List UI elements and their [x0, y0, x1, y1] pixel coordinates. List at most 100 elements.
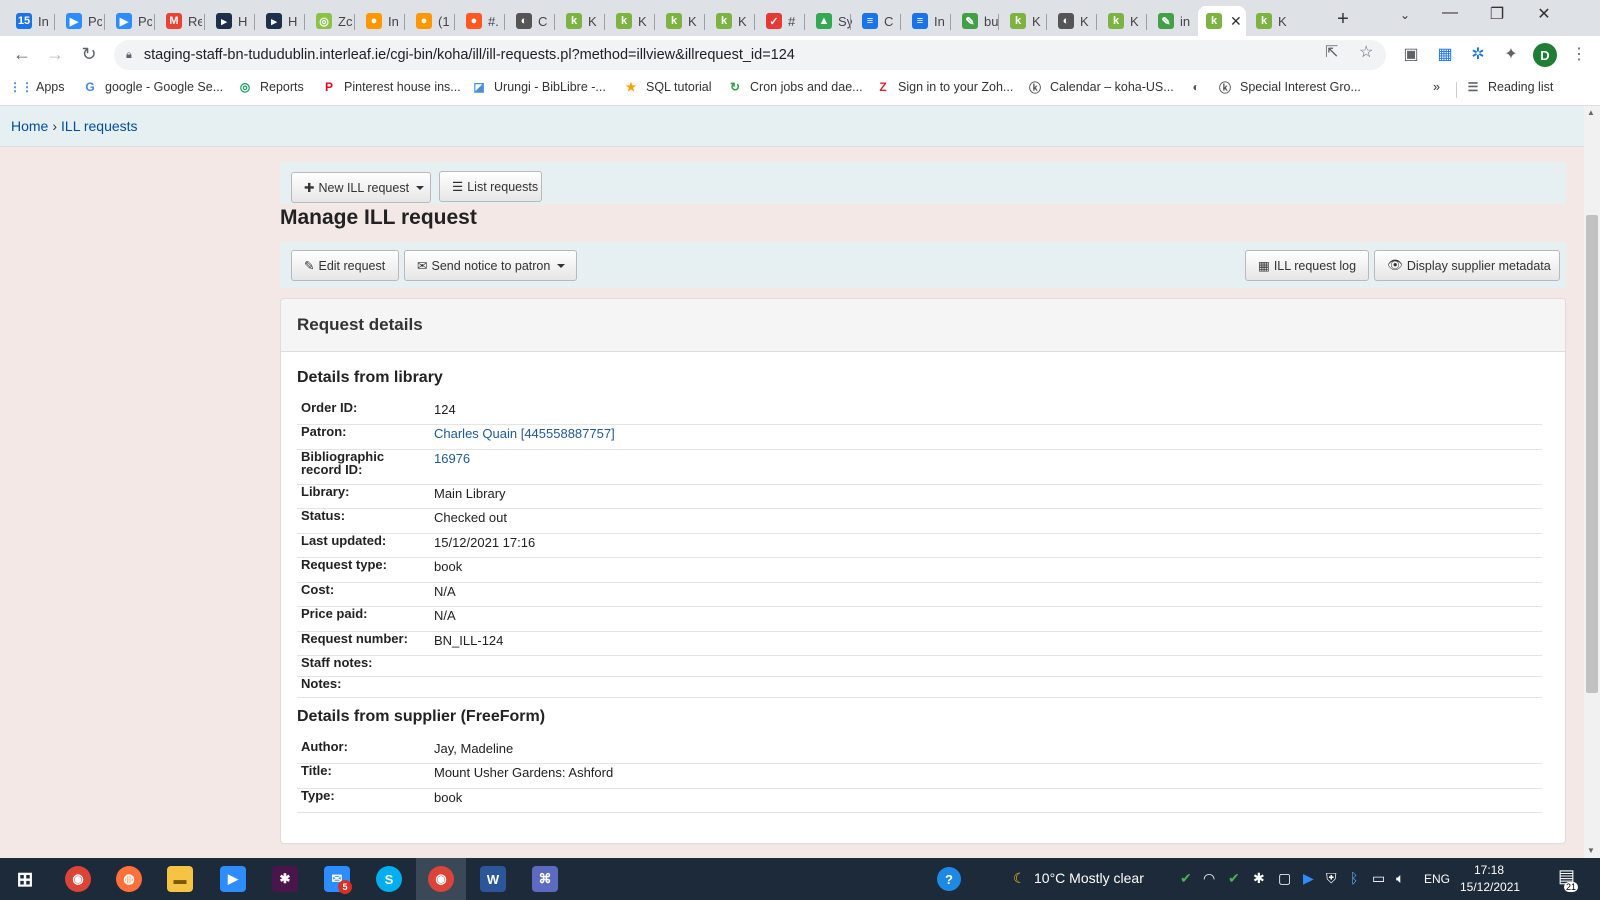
browser-tab[interactable]: ● (1 [408, 6, 452, 36]
breadcrumb-ill-requests-link[interactable]: ILL requests [61, 118, 138, 134]
word-icon[interactable]: W [480, 866, 506, 892]
forward-arrow-icon[interactable]: → [43, 44, 67, 65]
bookmark-star-icon[interactable]: ☆ [1359, 42, 1373, 62]
browser-tab[interactable]: ✎ bu [954, 6, 998, 36]
detail-value-link[interactable]: 16976 [434, 451, 470, 466]
ill-request-log-button[interactable]: ▦ ILL request log [1245, 250, 1369, 281]
bookmark-item[interactable]: ⓚ Special Interest Gro... [1218, 80, 1361, 95]
close-window-icon[interactable]: ✕ [1529, 4, 1559, 24]
reading-list-button[interactable]: ☰ Reading list [1466, 80, 1554, 94]
address-bar[interactable]: 🔒︎ staging-staff-bn-tududublin.interleaf… [114, 40, 1386, 70]
detail-row: Cost: N/A [297, 583, 1542, 607]
browser-tab[interactable]: ≡ In [904, 6, 948, 36]
browser-tab[interactable]: ✎ in [1150, 6, 1194, 36]
shield-icon[interactable]: ⛨ [1326, 870, 1337, 887]
browser-tab[interactable]: kK [608, 6, 652, 36]
breadcrumb-home-link[interactable]: Home [11, 118, 48, 134]
reload-icon[interactable]: ↻ [77, 44, 101, 65]
tab-close-icon[interactable]: ✕ [1230, 13, 1242, 30]
zoom-icon[interactable]: ▶ [220, 866, 246, 892]
meet-icon[interactable]: ▢ [1278, 870, 1291, 887]
bookmarks-overflow-icon[interactable]: » [1433, 80, 1440, 94]
network-tool-icon[interactable]: ⌘ [532, 866, 558, 892]
browser-tab[interactable]: kK [1248, 6, 1292, 36]
browser-tab[interactable]: ◎ Zc [308, 6, 352, 36]
browser-tab[interactable]: ◐ C [508, 6, 552, 36]
bookmark-item[interactable]: ◐ [1189, 80, 1211, 94]
browser-tab[interactable]: ≡ C [854, 6, 898, 36]
profile-avatar[interactable]: D [1533, 43, 1557, 67]
windows-start-icon[interactable]: ⊞ [12, 866, 38, 892]
clock-time[interactable]: 17:18 [1474, 863, 1504, 877]
detail-value-link[interactable]: Charles Quain [445558887757] [434, 426, 615, 441]
display-supplier-metadata-button[interactable]: 👁︎ Display supplier metadata [1374, 250, 1560, 281]
browser-tab[interactable]: ◐ K [1050, 6, 1094, 36]
browser-tab[interactable]: kK [658, 6, 702, 36]
bookmark-item[interactable]: ⋮⋮ Apps [9, 80, 65, 94]
edit-request-button[interactable]: ✎ Edit request [291, 250, 399, 281]
bookmark-item[interactable]: ⓚ Calendar – koha-US... [1028, 80, 1174, 95]
browser-tab[interactable]: ▸ H [208, 6, 252, 36]
browser-tab[interactable]: ▶ Pc [108, 6, 152, 36]
chrome-profile-icon[interactable]: ◉ [428, 866, 454, 892]
list-requests-button[interactable]: ☰ List requests [439, 171, 542, 202]
bookmark-item[interactable]: ★ SQL tutorial [624, 80, 712, 94]
bluetooth-icon[interactable]: ᛒ [1350, 870, 1358, 886]
extension-badge-icon[interactable]: ▦ [1434, 44, 1456, 64]
weather-text[interactable]: 10°C Mostly clear [1034, 870, 1144, 886]
scroll-down-icon[interactable]: ▼ [1587, 846, 1595, 855]
browser-tab[interactable]: 15 In [8, 6, 52, 36]
new-ill-request-button[interactable]: ✚ New ILL request [291, 172, 431, 203]
security-icon[interactable]: ✔ [1228, 870, 1240, 887]
browser-tab[interactable]: kK [708, 6, 752, 36]
wifi-icon[interactable]: ◠ [1203, 870, 1215, 887]
bookmark-item[interactable]: ◪ Urungi - BibLibre -... [472, 80, 606, 94]
scroll-thumb[interactable] [1586, 215, 1598, 693]
slack-icon[interactable]: ✱ [272, 866, 298, 892]
scroll-up-icon[interactable]: ▲ [1587, 108, 1595, 117]
skype-icon[interactable]: S [376, 866, 402, 892]
tab-label: C [538, 13, 548, 29]
browser-tab[interactable]: ● #. [458, 6, 502, 36]
bookmark-item[interactable]: P Pinterest house ins... [322, 80, 461, 94]
browser-tab[interactable]: ▲ Sy [808, 6, 852, 36]
tab-favicon-icon: k [1108, 13, 1124, 29]
browser-tab[interactable]: ▸ H [258, 6, 302, 36]
browser-tab[interactable]: ▶ Pc [58, 6, 102, 36]
slack-tray-icon[interactable]: ✱ [1253, 870, 1265, 887]
back-arrow-icon[interactable]: ← [10, 44, 34, 65]
browser-tab[interactable]: ● In [358, 6, 402, 36]
battery-icon[interactable]: ▭ [1372, 870, 1385, 887]
volume-icon[interactable]: 🔈︎ [1396, 870, 1404, 887]
bookmark-item[interactable]: Z Sign in to your Zoh... [876, 80, 1013, 94]
bookmark-item[interactable]: Ggoogle - Google Se... [83, 80, 223, 94]
detail-row: Request type: book [297, 558, 1542, 583]
new-tab-button[interactable]: + [1330, 8, 1356, 31]
browser-tab-active[interactable]: k ✕ [1198, 6, 1246, 36]
browser-tab[interactable]: ✓ # [758, 6, 802, 36]
clock-date[interactable]: 15/12/2021 [1460, 880, 1520, 894]
browser-tab[interactable]: kK [558, 6, 602, 36]
bookmark-item[interactable]: ↻ Cron jobs and dae... [728, 80, 863, 94]
browser-tab[interactable]: M Re [158, 6, 202, 36]
chrome-icon[interactable]: ◉ [65, 866, 91, 892]
firefox-icon[interactable]: ◍ [116, 866, 142, 892]
menu-icon[interactable]: ⋮ [1568, 44, 1590, 64]
extension-icon[interactable]: ▣ [1400, 44, 1422, 64]
browser-tab[interactable]: kK [1002, 6, 1046, 36]
share-icon[interactable]: ⇱ [1325, 42, 1338, 62]
help-icon[interactable]: ? [937, 867, 961, 891]
zoom-tray-icon[interactable]: ▶ [1303, 870, 1314, 887]
check-icon[interactable]: ✔ [1180, 870, 1192, 887]
send-notice-button[interactable]: ✉ Send notice to patron [404, 250, 577, 281]
tab-search-icon[interactable]: ⌄ [1390, 8, 1420, 22]
browser-tab[interactable]: kK [1100, 6, 1144, 36]
language-indicator[interactable]: ENG [1424, 872, 1450, 886]
maximize-icon[interactable]: ❐ [1482, 4, 1512, 24]
puzzle-icon[interactable]: ✦ [1500, 44, 1522, 64]
page-scrollbar[interactable]: ▲ ▼ [1584, 106, 1600, 858]
extension-gear-icon[interactable]: ✲ [1467, 44, 1489, 64]
file-explorer-icon[interactable]: ▬ [167, 866, 193, 892]
minimize-icon[interactable]: — [1435, 4, 1465, 22]
bookmark-item[interactable]: ◎ Reports [238, 80, 304, 94]
